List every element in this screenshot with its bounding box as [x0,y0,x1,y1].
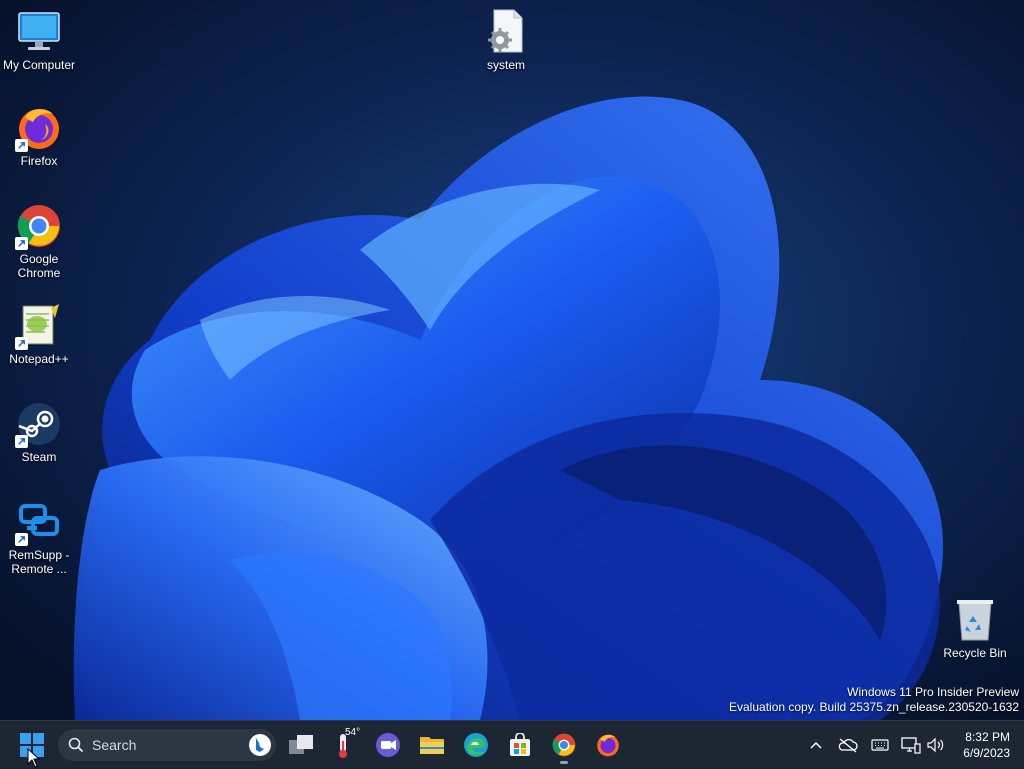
desktop-icon-remsupp[interactable]: RemSupp - Remote ... [1,498,77,576]
teams-chat-button[interactable] [368,725,408,765]
steam-icon [15,400,63,448]
weather-widget-button[interactable]: 54° [326,725,366,765]
taskbar-search-box[interactable]: Search [58,729,276,761]
clock-time: 8:32 PM [965,730,1010,744]
shortcut-arrow-icon [15,533,28,546]
file-explorer-button[interactable] [412,725,452,765]
desktop-icon-label: Steam [21,450,57,464]
network-icon [901,737,921,754]
taskbar: Search 54° 8:32 PM 6/9/2023 [0,720,1024,769]
shortcut-arrow-icon [15,237,28,250]
edge-icon [464,733,488,757]
taskbar-clock[interactable]: 8:32 PM 6/9/2023 [963,729,1010,761]
desktop-icon-google-chrome[interactable]: Google Chrome [1,202,77,280]
desktop-icon-label: Notepad++ [9,352,69,366]
watermark-line-1: Windows 11 Pro Insider Preview [847,685,1019,699]
folder-icon [420,737,444,754]
desktop-icon-label: Recycle Bin [943,646,1007,660]
desktop-icon-notepad-plus-plus[interactable]: Notepad++ [1,302,77,366]
firefox-icon [597,734,619,757]
desktop-icon-recycle-bin[interactable]: Recycle Bin [937,596,1013,660]
onedrive-tray-button[interactable] [836,733,860,757]
search-icon [68,737,84,753]
remsupp-icon [15,498,63,546]
keyboard-tray-button[interactable] [868,733,892,757]
speaker-icon [927,737,944,753]
chrome-taskbar-button[interactable] [544,725,584,765]
desktop-icon-label: Google Chrome [17,252,61,280]
settings-file-icon [482,8,530,56]
desktop-icon-label: Firefox [20,154,58,168]
shortcut-arrow-icon [15,435,28,448]
desktop-icon-label: RemSupp - Remote ... [8,548,70,576]
network-tray-button[interactable] [899,733,923,757]
running-indicator [560,761,568,764]
evaluation-watermark: Windows 11 Pro Insider Preview Evaluatio… [729,685,1019,715]
recycle-bin-icon [951,596,999,644]
bing-icon[interactable] [248,733,272,757]
desktop-icon-label: My Computer [2,58,76,72]
firefox-taskbar-button[interactable] [588,725,628,765]
volume-tray-button[interactable] [924,733,948,757]
task-view-icon [289,735,313,754]
desktop-icon-label: system [486,58,525,72]
keyboard-icon [871,739,889,751]
chrome-icon [552,733,576,757]
desktop-wallpaper [0,0,1024,720]
watermark-line-2: Evaluation copy. Build 25375.zn_release.… [729,700,1019,714]
edge-button[interactable] [456,725,496,765]
task-view-button[interactable] [281,725,321,765]
desktop-icon-steam[interactable]: Steam [1,400,77,464]
microsoft-store-button[interactable] [500,725,540,765]
monitor-icon [15,8,63,56]
desktop-icon-firefox[interactable]: Firefox [1,104,77,168]
desktop-icon-system[interactable]: system [468,8,544,72]
clock-date: 6/9/2023 [963,746,1010,760]
search-placeholder: Search [92,737,137,753]
mouse-cursor-icon [27,748,41,768]
firefox-icon [15,104,63,152]
store-icon [510,733,530,756]
chrome-icon [15,202,63,250]
chevron-up-icon [810,741,822,749]
show-hidden-icons-button[interactable] [804,733,828,757]
shortcut-arrow-icon [15,337,28,350]
shortcut-arrow-icon [15,139,28,152]
desktop-icon-my-computer[interactable]: My Computer [1,8,77,72]
weather-temperature: 54° [345,727,361,738]
cloud-offline-icon [838,738,858,753]
teams-chat-icon [376,733,400,757]
notepad-plus-plus-icon [15,302,63,350]
